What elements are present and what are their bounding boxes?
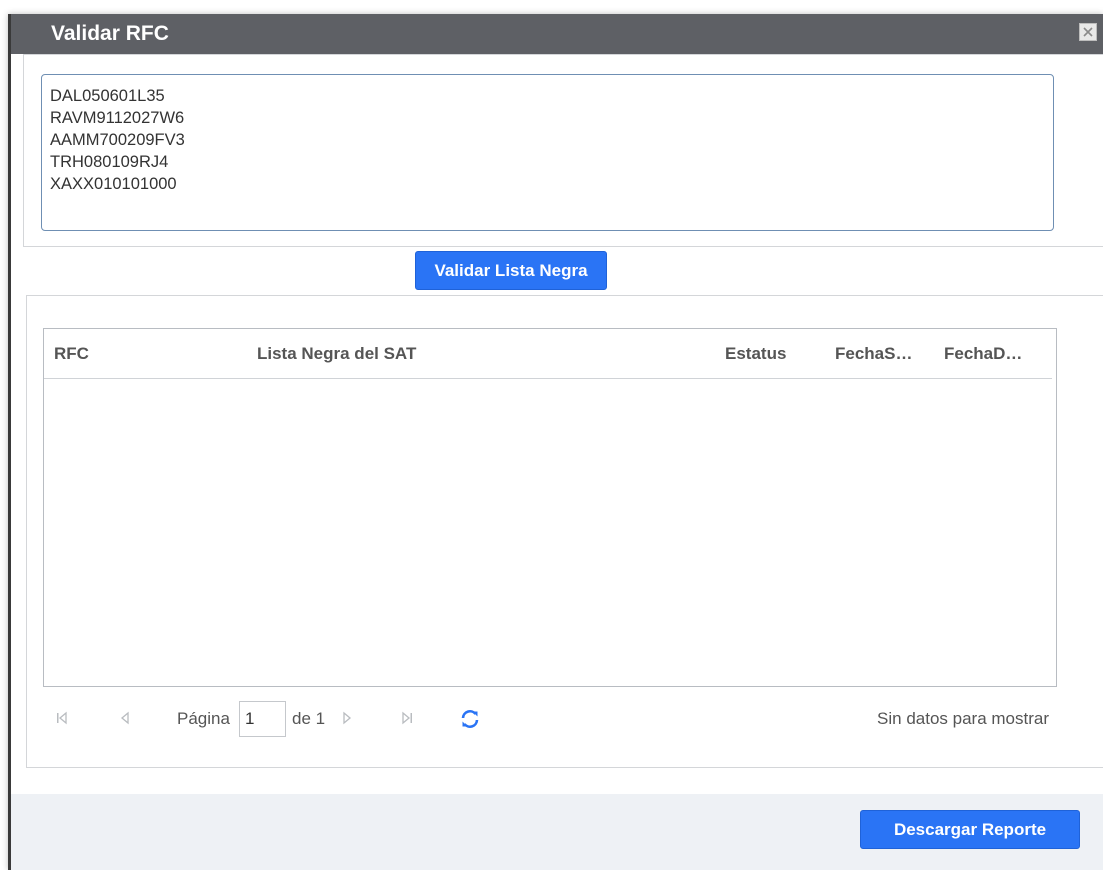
refresh-icon[interactable]	[459, 708, 481, 730]
column-header-estatus[interactable]: Estatus	[725, 344, 786, 364]
page-number-input[interactable]	[239, 701, 286, 737]
grid-header: RFC Lista Negra del SAT Estatus FechaS… …	[44, 329, 1052, 379]
rfc-list-textarea[interactable]	[41, 74, 1054, 231]
validar-rfc-dialog: Validar RFC Validar Lista Negra RFC List…	[8, 14, 1103, 870]
empty-grid-message: Sin datos para mostrar	[877, 709, 1049, 728]
next-page-icon[interactable]	[341, 710, 353, 726]
results-panel: RFC Lista Negra del SAT Estatus FechaS… …	[26, 295, 1103, 768]
column-header-lista-negra[interactable]: Lista Negra del SAT	[257, 344, 416, 364]
last-page-icon[interactable]	[400, 710, 414, 726]
descargar-reporte-button[interactable]: Descargar Reporte	[860, 810, 1080, 849]
column-header-fechas[interactable]: FechaS…	[835, 344, 912, 364]
grid-body	[44, 379, 1056, 686]
page-count-label: de 1	[292, 709, 326, 728]
dialog-title: Validar RFC	[51, 22, 169, 45]
results-grid: RFC Lista Negra del SAT Estatus FechaS… …	[43, 328, 1057, 687]
prev-page-icon[interactable]	[119, 710, 131, 726]
dialog-titlebar[interactable]: Validar RFC	[11, 14, 1103, 54]
close-button[interactable]	[1079, 23, 1097, 41]
validar-lista-negra-button[interactable]: Validar Lista Negra	[415, 251, 607, 290]
rfc-input-panel	[23, 54, 1103, 247]
column-header-rfc[interactable]: RFC	[54, 344, 89, 364]
first-page-icon[interactable]	[55, 710, 69, 726]
dialog-footer: Descargar Reporte	[11, 794, 1103, 870]
column-header-fechad[interactable]: FechaD…	[944, 344, 1022, 364]
close-icon	[1082, 26, 1094, 38]
page-label: Página	[177, 709, 230, 728]
paging-toolbar: Página de 1	[43, 699, 1057, 739]
